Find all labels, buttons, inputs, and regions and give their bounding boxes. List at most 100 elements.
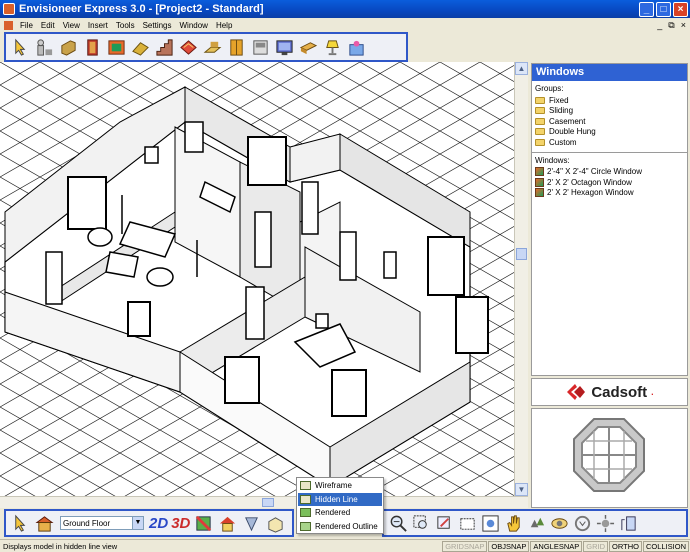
status-text: Displays model in hidden line view bbox=[3, 541, 118, 551]
folder-icon bbox=[535, 117, 545, 125]
folder-open-icon bbox=[535, 138, 545, 146]
menu-item-rendered[interactable]: Rendered bbox=[298, 506, 382, 520]
house-model-3d bbox=[0, 62, 514, 496]
house-view-icon[interactable] bbox=[217, 512, 238, 534]
item-preview bbox=[531, 408, 688, 508]
vertical-scroll-thumb[interactable] bbox=[516, 248, 527, 260]
catalog-panel: Windows Groups: Fixed Sliding Casement D… bbox=[531, 63, 688, 376]
tv-icon[interactable] bbox=[274, 36, 295, 58]
sun-light-icon[interactable] bbox=[595, 512, 616, 534]
anglesnap-toggle[interactable]: ANGLESNAP bbox=[530, 540, 583, 552]
lighting-icon[interactable] bbox=[322, 36, 343, 58]
zoom-previous-icon[interactable] bbox=[457, 512, 478, 534]
rendered-icon bbox=[300, 508, 311, 518]
group-item-casement[interactable]: Casement bbox=[532, 116, 687, 127]
collision-toggle[interactable]: COLLISION bbox=[642, 540, 689, 552]
dimension-icon[interactable] bbox=[34, 36, 55, 58]
folder-icon bbox=[535, 96, 545, 104]
vertical-scrollbar[interactable]: ▲ ▼ bbox=[514, 62, 528, 496]
elevation-view-icon[interactable] bbox=[618, 512, 639, 534]
render-mode-menu: Wireframe Hidden Line Rendered Rendered … bbox=[296, 477, 384, 534]
menu-item-hidden-line[interactable]: Hidden Line bbox=[298, 492, 382, 506]
menu-insert[interactable]: Insert bbox=[84, 21, 112, 30]
group-item-sliding[interactable]: Sliding bbox=[532, 106, 687, 117]
group-item-double-hung[interactable]: Double Hung bbox=[532, 127, 687, 138]
window-item-hexagon[interactable]: 2' X 2' Hexagon Window bbox=[532, 188, 687, 199]
main-toolbar bbox=[4, 32, 408, 62]
floor-dropdown-value: Ground Floor bbox=[63, 518, 111, 528]
title-bar: Envisioneer Express 3.0 - [Project2 - St… bbox=[0, 0, 690, 18]
door-icon[interactable] bbox=[82, 36, 103, 58]
menu-window[interactable]: Window bbox=[176, 21, 212, 30]
folder-icon bbox=[535, 107, 545, 115]
brand-name: Cadsoft bbox=[591, 383, 648, 401]
roof-icon[interactable] bbox=[130, 36, 151, 58]
objsnap-toggle[interactable]: OBJSNAP bbox=[488, 540, 530, 552]
mdi-restore-button[interactable]: ⧉ bbox=[668, 20, 674, 31]
zoom-out-icon[interactable] bbox=[388, 512, 409, 534]
chevron-down-icon[interactable]: ▼ bbox=[132, 517, 143, 529]
menu-help[interactable]: Help bbox=[212, 21, 236, 30]
decor-icon[interactable] bbox=[346, 36, 367, 58]
zoom-extents-icon[interactable] bbox=[434, 512, 455, 534]
deck-icon[interactable] bbox=[178, 36, 199, 58]
rotate-view-icon[interactable] bbox=[572, 512, 593, 534]
orbit-icon[interactable] bbox=[549, 512, 570, 534]
wireframe-icon bbox=[300, 481, 311, 491]
app-icon bbox=[3, 3, 15, 15]
horizontal-scrollbar[interactable] bbox=[0, 496, 528, 508]
groups-label: Groups: bbox=[535, 84, 564, 93]
view-3d-button[interactable]: 3D bbox=[171, 515, 190, 532]
window-thumbnail-icon bbox=[535, 167, 544, 177]
zoom-window-icon[interactable] bbox=[411, 512, 432, 534]
floor-icon[interactable] bbox=[202, 36, 223, 58]
document-icon[interactable] bbox=[4, 20, 13, 30]
window-item-circle[interactable]: 2'-4" X 2'-4" Circle Window bbox=[532, 167, 687, 178]
pan-hand-icon[interactable] bbox=[503, 512, 524, 534]
menu-tools[interactable]: Tools bbox=[112, 21, 139, 30]
wall-icon[interactable] bbox=[58, 36, 79, 58]
mdi-minimize-button[interactable]: _ bbox=[657, 20, 662, 31]
model-canvas[interactable] bbox=[0, 62, 514, 496]
select-arrow-icon[interactable] bbox=[10, 36, 31, 58]
window-item-octagon[interactable]: 2' X 2' Octagon Window bbox=[532, 177, 687, 188]
group-item-fixed[interactable]: Fixed bbox=[532, 95, 687, 106]
grid-toggle[interactable]: GRID bbox=[583, 540, 609, 552]
view-2d-button[interactable]: 2D bbox=[149, 515, 168, 532]
floor-dropdown[interactable]: Ground Floor ▼ bbox=[60, 516, 144, 530]
horizontal-scroll-thumb[interactable] bbox=[262, 498, 274, 507]
camera-icon[interactable] bbox=[241, 512, 262, 534]
menu-item-wireframe[interactable]: Wireframe bbox=[298, 479, 382, 493]
floor-levels-icon[interactable] bbox=[34, 512, 55, 534]
furniture-icon[interactable] bbox=[298, 36, 319, 58]
gridsnap-toggle[interactable]: GRIDSNAP bbox=[442, 540, 488, 552]
mdi-close-button[interactable]: × bbox=[681, 20, 686, 31]
menu-bar: File Edit View Insert Tools Settings Win… bbox=[0, 18, 690, 32]
minimize-button[interactable]: _ bbox=[639, 1, 654, 17]
walk-through-icon[interactable] bbox=[526, 512, 547, 534]
menu-view[interactable]: View bbox=[59, 21, 84, 30]
scroll-up-icon[interactable]: ▲ bbox=[515, 62, 528, 75]
color-wheel-icon[interactable] bbox=[193, 512, 214, 534]
window-icon[interactable] bbox=[106, 36, 127, 58]
window-title: Envisioneer Express 3.0 - [Project2 - St… bbox=[19, 3, 264, 15]
select-arrow-icon[interactable] bbox=[10, 512, 31, 534]
group-item-custom[interactable]: Custom bbox=[532, 137, 687, 148]
menu-edit[interactable]: Edit bbox=[37, 21, 59, 30]
view-toolbar: Ground Floor ▼ 2D 3D bbox=[4, 509, 294, 537]
stair-icon[interactable] bbox=[154, 36, 175, 58]
maximize-button[interactable]: □ bbox=[656, 1, 671, 17]
appliance-icon[interactable] bbox=[250, 36, 271, 58]
menu-item-rendered-outline[interactable]: Rendered Outline bbox=[298, 520, 382, 534]
render-mode-icon[interactable] bbox=[265, 512, 286, 534]
menu-settings[interactable]: Settings bbox=[139, 21, 176, 30]
cabinet-icon[interactable] bbox=[226, 36, 247, 58]
menu-file[interactable]: File bbox=[16, 21, 37, 30]
scroll-down-icon[interactable]: ▼ bbox=[515, 483, 528, 496]
close-button[interactable]: × bbox=[673, 1, 688, 17]
folder-icon bbox=[535, 128, 545, 136]
mdi-controls: _ ⧉ × bbox=[657, 20, 690, 31]
navigation-toolbar bbox=[382, 509, 688, 537]
ortho-toggle[interactable]: ORTHO bbox=[609, 540, 642, 552]
zoom-fit-icon[interactable] bbox=[480, 512, 501, 534]
